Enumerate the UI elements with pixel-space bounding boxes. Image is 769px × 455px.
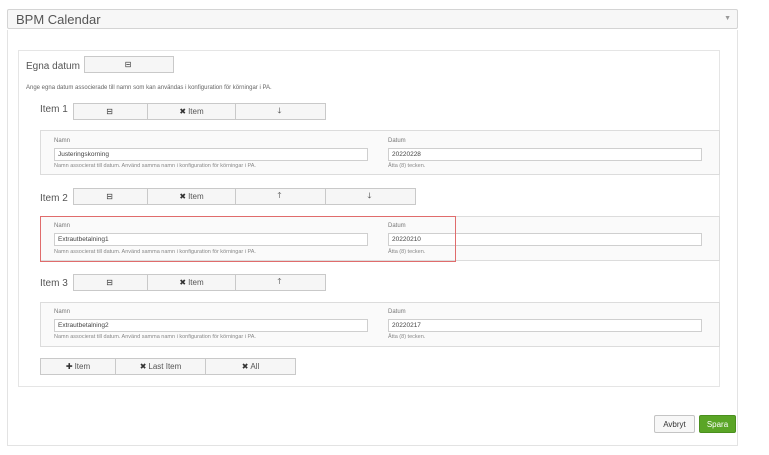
collapse-item-button[interactable]: ⊟ (73, 103, 148, 120)
move-up-button[interactable]: 🡑 (236, 274, 326, 291)
collapse-icon: ⊟ (124, 60, 132, 69)
arrow-down-icon: 🡓 (367, 190, 372, 200)
name-label: Namn (54, 309, 71, 315)
remove-all-button[interactable]: ✖ All (206, 358, 296, 375)
arrow-up-icon: 🡑 (277, 276, 282, 286)
name-help: Namn associerat till datum. Använd samma… (54, 334, 256, 340)
remove-item-label: Item (188, 192, 204, 201)
remove-item-button[interactable]: ✖ Item (148, 274, 236, 291)
collapse-item-button[interactable]: ⊟ (73, 188, 148, 205)
remove-last-item-button[interactable]: ✖ Last Item (116, 358, 206, 375)
date-help: Åtta (8) tecken. (388, 334, 426, 340)
item-title: Item 3 (40, 278, 68, 289)
remove-item-button[interactable]: ✖ Item (148, 188, 236, 205)
arrow-down-icon: 🡓 (277, 105, 282, 115)
save-button[interactable]: Spara (699, 415, 736, 433)
collapse-icon: ⊟ (106, 278, 113, 287)
date-help: Åtta (8) tecken. (388, 163, 426, 169)
item-2-toolbar: ⊟ ✖ Item 🡑 🡓 (73, 188, 416, 205)
collapse-icon: ⊟ (106, 192, 113, 201)
close-icon: ✖ (241, 362, 249, 371)
cancel-button[interactable]: Avbryt (654, 415, 695, 433)
collapse-section-button[interactable]: ⊟ (84, 56, 174, 73)
move-down-button[interactable]: 🡓 (236, 103, 326, 120)
item-3-toolbar: ⊟ ✖ Item 🡑 (73, 274, 326, 291)
name-help: Namn associerat till datum. Använd samma… (54, 163, 256, 169)
close-icon: ✖ (179, 278, 187, 287)
section-description: Ange egna datum associerade till namn so… (26, 85, 272, 91)
plus-icon: ✚ (65, 362, 73, 371)
section-label: Egna datum (26, 61, 80, 72)
page-title: BPM Calendar (16, 12, 101, 27)
remove-item-button[interactable]: ✖ Item (148, 103, 236, 120)
remove-item-label: Item (188, 107, 204, 116)
collapse-icon: ⊟ (106, 107, 113, 116)
remove-last-label: Last Item (148, 362, 182, 371)
highlight-box (40, 216, 456, 262)
add-item-button[interactable]: ✚ Item (40, 358, 116, 375)
remove-item-label: Item (188, 278, 204, 287)
bottom-toolbar: ✚ Item ✖ Last Item ✖ All (40, 358, 296, 375)
close-icon: ✖ (139, 362, 147, 371)
calendar-header[interactable]: BPM Calendar ▼ (7, 9, 738, 29)
move-up-button[interactable]: 🡑 (236, 188, 326, 205)
close-icon: ✖ (179, 192, 187, 201)
remove-all-label: All (250, 362, 260, 371)
date-input[interactable]: 20220228 (388, 148, 702, 161)
name-input[interactable]: Justeringskorning (54, 148, 368, 161)
date-input[interactable]: 20220217 (388, 319, 702, 332)
date-label: Datum (388, 138, 406, 144)
collapse-item-button[interactable]: ⊟ (73, 274, 148, 291)
arrow-up-icon: 🡑 (277, 190, 282, 200)
move-down-button[interactable]: 🡓 (326, 188, 416, 205)
item-title: Item 2 (40, 193, 68, 204)
name-label: Namn (54, 138, 71, 144)
item-1-toolbar: ⊟ ✖ Item 🡓 (73, 103, 326, 120)
close-icon: ✖ (179, 107, 187, 116)
name-input[interactable]: Extrautbetalning2 (54, 319, 368, 332)
add-item-label: Item (74, 362, 91, 371)
dropdown-arrow-icon[interactable]: ▼ (724, 15, 731, 22)
item-title: Item 1 (40, 104, 68, 115)
date-label: Datum (388, 309, 406, 315)
